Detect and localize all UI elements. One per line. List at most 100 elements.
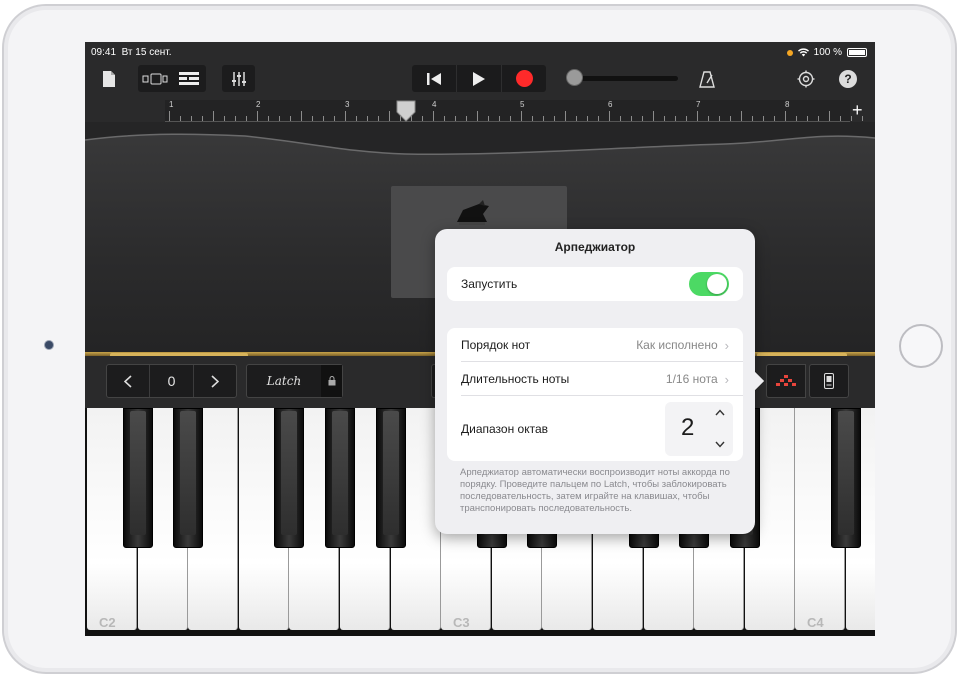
keyboard-settings-button[interactable] [809, 364, 849, 398]
key-label-c3: C3 [453, 615, 470, 630]
ruler-tick [169, 111, 170, 121]
black-key[interactable] [325, 408, 355, 548]
note-order-row[interactable]: Порядок нот Как исполнено › [447, 328, 743, 362]
activity-dot-icon [786, 49, 793, 56]
ruler-tick [246, 116, 247, 121]
octave-value: 0 [150, 365, 194, 397]
note-rate-row[interactable]: Длительность ноты 1/16 нота › [447, 362, 743, 396]
stepper-up-icon[interactable] [715, 407, 725, 419]
octave-range-row: Диапазон октав 2 [447, 396, 743, 461]
stepper-down-icon[interactable] [715, 439, 725, 451]
black-key[interactable] [831, 408, 861, 548]
popover-description: Арпеджиатор автоматически воспроизводит … [460, 467, 730, 514]
ruler-bar-6: 6 [608, 100, 613, 109]
ruler-tick [378, 116, 379, 121]
ruler-tick [510, 116, 511, 121]
ruler-tick [774, 116, 775, 121]
note-order-value: Как исполнено [636, 338, 718, 352]
ruler-tick [752, 116, 753, 121]
key-label-c2: C2 [99, 615, 116, 630]
ruler-tick [686, 116, 687, 121]
popover-title: Арпеджиатор [554, 240, 636, 254]
volume-slider-track[interactable] [571, 76, 678, 81]
ruler-tick [499, 116, 500, 121]
grand-piano-icon [457, 200, 489, 225]
ruler-tick [675, 116, 676, 121]
ruler-tick [488, 116, 489, 121]
ruler-tick [180, 116, 181, 121]
note-rate-value: 1/16 нота [665, 372, 718, 386]
ruler-tick [631, 116, 632, 121]
ruler-tick [466, 116, 467, 121]
ruler-tick [202, 116, 203, 121]
ruler-tick [807, 116, 808, 121]
ruler-tick [455, 116, 456, 121]
volume-slider-knob[interactable] [566, 69, 583, 86]
metronome-icon[interactable] [695, 66, 719, 92]
ruler-tick [345, 111, 346, 121]
ruler-bar-4: 4 [432, 100, 437, 109]
ruler-tick [279, 116, 280, 121]
settings-icon[interactable] [794, 66, 818, 92]
ruler-tick [818, 116, 819, 121]
octave-up-button[interactable] [194, 365, 236, 397]
octave-range-value: 2 [681, 414, 695, 441]
chevron-right-icon: › [724, 337, 729, 353]
status-right: 100 % [786, 47, 867, 58]
ruler-bar-8: 8 [785, 100, 790, 109]
ruler-tick [653, 111, 654, 121]
tracks-icon[interactable] [172, 65, 206, 92]
black-key[interactable] [274, 408, 304, 548]
ruler-tick [422, 116, 423, 121]
black-key[interactable] [376, 408, 406, 548]
latch-button[interactable]: Latch [246, 364, 343, 398]
ruler-tick [620, 116, 621, 121]
ruler-tick [356, 116, 357, 121]
key-label-c4: C4 [807, 615, 824, 630]
date-text: Вт 15 сент. [121, 47, 172, 58]
ruler-tick [477, 111, 478, 121]
wifi-icon [797, 48, 809, 57]
add-section-button[interactable]: + [852, 100, 863, 120]
rewind-icon[interactable] [412, 65, 457, 92]
arpeggiator-button[interactable] [766, 364, 806, 398]
black-key[interactable] [173, 408, 203, 548]
play-icon[interactable] [457, 65, 502, 92]
note-rate-label: Длительность ноты [461, 372, 570, 386]
view-toggle-icon[interactable] [138, 65, 172, 92]
ruler-tick [367, 116, 368, 121]
arpeggiator-icon [776, 375, 796, 386]
ruler-tick [565, 111, 566, 121]
help-button[interactable]: ? [836, 66, 860, 92]
home-button[interactable] [899, 324, 943, 368]
note-order-label: Порядок нот [461, 338, 531, 352]
record-icon[interactable] [502, 65, 546, 92]
run-toggle[interactable] [689, 272, 729, 296]
octave-down-button[interactable] [107, 365, 151, 397]
playhead-icon[interactable] [396, 100, 416, 122]
lock-icon[interactable] [321, 365, 342, 397]
status-bar: 09:41 Вт 15 сент. 100 % [85, 42, 875, 62]
run-group: Запустить [447, 267, 743, 301]
ruler-tick [532, 116, 533, 121]
ruler-tick [543, 116, 544, 121]
ruler-tick [334, 116, 335, 121]
ruler-tick [224, 116, 225, 121]
octave-range-stepper[interactable]: 2 [665, 402, 733, 456]
ruler-tick [554, 116, 555, 121]
document-icon[interactable] [97, 66, 121, 92]
keyboard-layout-icon [824, 373, 834, 389]
ruler-tick [213, 111, 214, 121]
run-row: Запустить [447, 267, 743, 301]
ruler-tick [301, 111, 302, 121]
piano-lid [85, 122, 875, 155]
chevron-left-icon [124, 374, 132, 388]
chevron-right-icon [211, 374, 219, 388]
ruler-tick [444, 116, 445, 121]
time-text: 09:41 [91, 47, 117, 58]
mixer-icon[interactable] [222, 65, 255, 92]
settings-group: Порядок нот Как исполнено › Длительность … [447, 328, 743, 461]
timeline-ruler[interactable]: 1 2 3 4 5 6 7 8 [165, 100, 863, 122]
black-key[interactable] [123, 408, 153, 548]
latch-label: Latch [266, 374, 302, 388]
